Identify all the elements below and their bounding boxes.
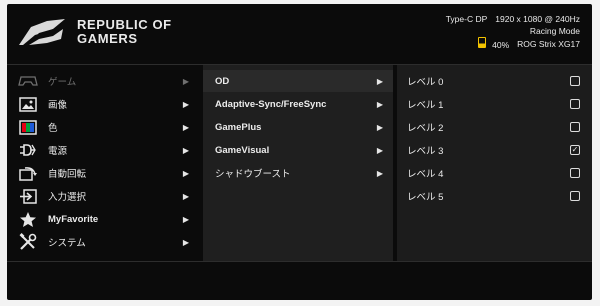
option-level-0[interactable]: レベル 0 xyxy=(397,70,592,92)
submenu-item-label: GamePlus xyxy=(215,121,262,133)
battery-icon xyxy=(478,37,487,48)
submenu-item-label: GameVisual xyxy=(215,144,270,156)
menu-item-image[interactable]: 画像 ▶ xyxy=(7,93,199,115)
menu-item-game[interactable]: ゲーム ▶ xyxy=(7,70,199,92)
od-options: レベル 0 レベル 1 レベル 2 レベル 3 ✓ レベル 4 レベル 5 xyxy=(397,65,592,261)
menu-item-label: システム xyxy=(48,238,86,249)
brand-line-2: GAMERS xyxy=(77,31,138,46)
checkbox[interactable] xyxy=(570,76,580,86)
menu-item-label: 電源 xyxy=(48,146,68,157)
checkbox[interactable] xyxy=(570,122,580,132)
input-source: Type-C DP xyxy=(445,14,488,24)
mode-row: Racing Mode xyxy=(446,25,580,37)
game-submenu: OD ▶ Adaptive-Sync/FreeSync ▶ GamePlus ▶… xyxy=(203,65,393,261)
brand-line-1: REPUBLIC OF xyxy=(77,17,172,32)
submenu-item-label: OD xyxy=(215,75,230,87)
color-icon xyxy=(17,118,39,136)
submenu-item-adaptive-sync[interactable]: Adaptive-Sync/FreeSync ▶ xyxy=(203,93,393,115)
model-name: ROG Strix XG17 xyxy=(517,39,580,49)
menu-item-power[interactable]: 電源 ▶ xyxy=(7,139,199,161)
check-icon: ✓ xyxy=(571,145,579,154)
chevron-right-icon: ▶ xyxy=(182,145,189,155)
menu-item-label: 自動回転 xyxy=(48,169,87,180)
status-info: Type-C DP 1920 x 1080 @ 240Hz Racing Mod… xyxy=(446,13,580,51)
osd-menu: ゲーム ▶ 画像 ▶ 色 ▶ 電源 ▶ 自動回転 ▶ 入力選択 ▶ MyFavo… xyxy=(7,64,592,262)
chevron-right-icon: ▶ xyxy=(182,168,189,178)
submenu-item-od[interactable]: OD ▶ xyxy=(203,70,393,92)
menu-item-label: ゲーム xyxy=(48,77,77,88)
submenu-item-gamevisual[interactable]: GameVisual ▶ xyxy=(203,139,393,161)
osd-header: REPUBLIC OF GAMERS Type-C DP 1920 x 1080… xyxy=(7,4,592,60)
option-label: レベル 1 xyxy=(407,100,444,111)
menu-item-system[interactable]: システム ▶ xyxy=(7,231,199,253)
chevron-right-icon: ▶ xyxy=(376,122,383,132)
option-level-3[interactable]: レベル 3 ✓ xyxy=(397,139,592,161)
input-select-icon xyxy=(17,187,39,205)
chevron-right-icon: ▶ xyxy=(376,76,383,86)
menu-item-auto-rotate[interactable]: 自動回転 ▶ xyxy=(7,162,199,184)
checkbox[interactable] xyxy=(570,168,580,178)
option-label: レベル 5 xyxy=(407,192,444,203)
option-level-2[interactable]: レベル 2 xyxy=(397,116,592,138)
menu-item-label: 色 xyxy=(48,123,58,134)
menu-item-label: 入力選択 xyxy=(48,192,87,203)
menu-item-color[interactable]: 色 ▶ xyxy=(7,116,199,138)
chevron-right-icon: ▶ xyxy=(376,99,383,109)
option-label: レベル 4 xyxy=(407,169,444,180)
input-resolution-row: Type-C DP 1920 x 1080 @ 240Hz xyxy=(446,13,580,25)
checkbox[interactable] xyxy=(570,99,580,109)
chevron-right-icon: ▶ xyxy=(182,76,189,86)
menu-item-myfavorite[interactable]: MyFavorite ▶ xyxy=(7,208,199,230)
submenu-item-shadow-boost[interactable]: シャドウブースト ▶ xyxy=(203,162,393,184)
battery-group: 40% xyxy=(478,37,509,51)
checkbox-checked[interactable]: ✓ xyxy=(570,145,580,155)
checkbox[interactable] xyxy=(570,191,580,201)
power-icon xyxy=(17,141,39,159)
submenu-item-gameplus[interactable]: GamePlus ▶ xyxy=(203,116,393,138)
star-icon xyxy=(17,210,39,228)
osd-footer xyxy=(7,262,592,300)
brand-title: REPUBLIC OF GAMERS xyxy=(77,18,172,46)
gamepad-icon xyxy=(17,72,39,90)
menu-item-input-select[interactable]: 入力選択 ▶ xyxy=(7,185,199,207)
option-label: レベル 2 xyxy=(407,123,444,134)
chevron-right-icon: ▶ xyxy=(376,168,383,178)
osd-screen: REPUBLIC OF GAMERS Type-C DP 1920 x 1080… xyxy=(7,4,592,300)
option-label: レベル 3 xyxy=(407,146,444,157)
image-icon xyxy=(17,95,39,113)
menu-item-label: 画像 xyxy=(48,100,68,111)
game-mode: Racing Mode xyxy=(529,26,580,36)
menu-item-label: MyFavorite xyxy=(48,213,99,225)
option-label: レベル 0 xyxy=(407,77,444,88)
chevron-right-icon: ▶ xyxy=(376,145,383,155)
chevron-right-icon: ▶ xyxy=(182,122,189,132)
tools-icon xyxy=(17,233,39,251)
option-level-1[interactable]: レベル 1 xyxy=(397,93,592,115)
submenu-item-label: Adaptive-Sync/FreeSync xyxy=(215,98,327,110)
chevron-right-icon: ▶ xyxy=(182,191,189,201)
option-level-5[interactable]: レベル 5 xyxy=(397,185,592,207)
chevron-right-icon: ▶ xyxy=(182,237,189,247)
main-menu: ゲーム ▶ 画像 ▶ 色 ▶ 電源 ▶ 自動回転 ▶ 入力選択 ▶ MyFavo… xyxy=(7,65,199,261)
auto-rotate-icon xyxy=(17,164,39,182)
battery-model-row: 40% ROG Strix XG17 xyxy=(446,37,580,51)
battery-level: 40% xyxy=(492,40,510,50)
resolution: 1920 x 1080 @ 240Hz xyxy=(495,14,580,24)
chevron-right-icon: ▶ xyxy=(182,214,189,224)
rog-eye-logo xyxy=(19,19,65,45)
submenu-item-label: シャドウブースト xyxy=(215,169,291,180)
option-level-4[interactable]: レベル 4 xyxy=(397,162,592,184)
chevron-right-icon: ▶ xyxy=(182,99,189,109)
